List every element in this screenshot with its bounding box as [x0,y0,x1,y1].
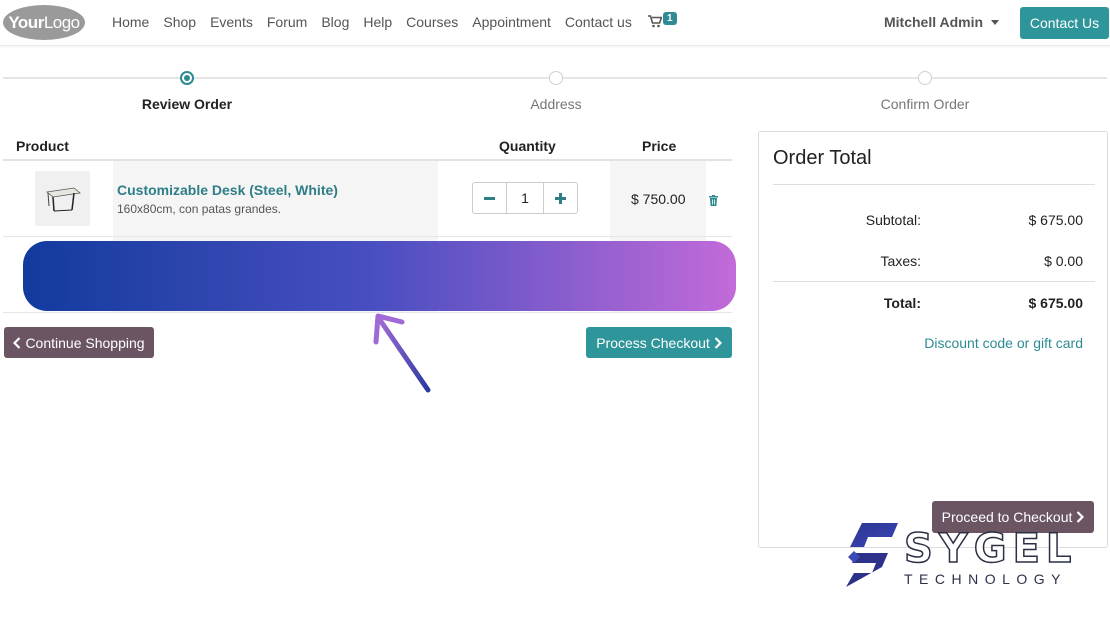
shopping-cart-icon [648,15,662,28]
continue-shopping-label: Continue Shopping [25,334,145,351]
nav-link-courses[interactable]: Courses [406,14,458,30]
total-label: Total: [883,295,921,311]
logo-suffix: Logo [43,12,80,32]
order-total-card: Order Total Subtotal: $ 675.00 Taxes: $ … [758,131,1108,548]
title-divider [773,184,1095,185]
logo-prefix: Your [8,12,44,32]
quantity-stepper: 1 [472,182,578,214]
header-quantity: Quantity [499,138,556,154]
remove-discount-button[interactable] [709,269,718,285]
nav-link-help[interactable]: Help [363,14,392,30]
chevron-right-icon [1077,511,1085,523]
nav-link-home[interactable]: Home [112,14,149,30]
subtotal-label: Subtotal: [865,212,921,228]
chevron-left-icon [13,336,21,349]
brand-name: SYGEL [903,525,1078,573]
row1-product-shade [113,161,438,236]
caret-down-icon [991,19,1000,25]
product-name-desk[interactable]: Customizable Desk (Steel, White) [117,182,338,198]
step-dot-address [549,71,563,85]
chevron-right-icon [714,336,722,349]
annotation-arrow-icon [373,313,431,393]
header-price: Price [642,138,677,154]
row2-quantity: 1 [520,267,528,283]
discount-placeholder-icon [42,254,82,295]
cart-link[interactable]: 1 [648,12,677,28]
product-description-desk: 160x80cm, con patas grandes. [117,202,282,216]
brand-tagline: TECHNOLOGY [904,571,1068,587]
nav-link-forum[interactable]: Forum [267,14,307,30]
taxes-label: Taxes: [880,253,921,269]
trash-icon [709,195,718,206]
site-logo[interactable]: YourLogo [3,5,85,40]
row2-price: $ -75.00 [634,267,686,283]
step-label-confirm: Confirm Order [880,96,970,112]
continue-shopping-button[interactable]: Continue Shopping [4,327,154,358]
desk-icon [45,187,81,211]
nav-link-contact[interactable]: Contact us [565,14,632,30]
nav-link-appointment[interactable]: Appointment [472,14,551,30]
product-name-discount: 10% on su orden [117,267,230,283]
nav-link-shop[interactable]: Shop [163,14,196,30]
step-label-address: Address [530,96,582,112]
quantity-input[interactable]: 1 [506,183,544,213]
plus-icon [555,192,566,204]
contact-us-button[interactable]: Contact Us [1020,7,1109,39]
taxes-divider [773,281,1095,282]
subtotal-value: $ 675.00 [1028,212,1084,228]
cart-count-badge: 1 [663,12,677,25]
top-navbar: YourLogo Home Shop Events Forum Blog Hel… [0,0,1110,46]
product-image-desk[interactable] [35,171,90,226]
remove-item-button[interactable] [709,193,718,209]
total-value: $ 675.00 [1028,295,1084,311]
step-label-review: Review Order [141,96,233,112]
product-image-discount [35,247,90,302]
trash-icon [709,271,718,282]
process-checkout-label: Process Checkout [596,334,710,351]
nav-link-events[interactable]: Events [210,14,253,30]
nav-link-blog[interactable]: Blog [321,14,349,30]
row1-price: $ 750.00 [631,191,686,207]
process-checkout-button[interactable]: Process Checkout [586,327,732,358]
discount-code-link[interactable]: Discount code or gift card [924,335,1083,351]
step-dot-review [180,71,194,85]
user-menu-toggle[interactable]: Mitchell Admin [884,14,1000,30]
quantity-decrease-button[interactable] [473,183,506,213]
header-product: Product [16,138,69,154]
order-total-title: Order Total [773,147,872,169]
nav-menu: Home Shop Events Forum Blog Help Courses… [112,14,646,30]
quantity-increase-button[interactable] [544,183,577,213]
minus-icon [484,196,495,200]
step-dot-confirm [918,71,932,85]
user-name: Mitchell Admin [884,14,984,30]
taxes-value: $ 0.00 [1044,253,1083,269]
brand-watermark: SYGEL TECHNOLOGY [846,520,1076,590]
sygel-logo-icon [846,523,898,587]
